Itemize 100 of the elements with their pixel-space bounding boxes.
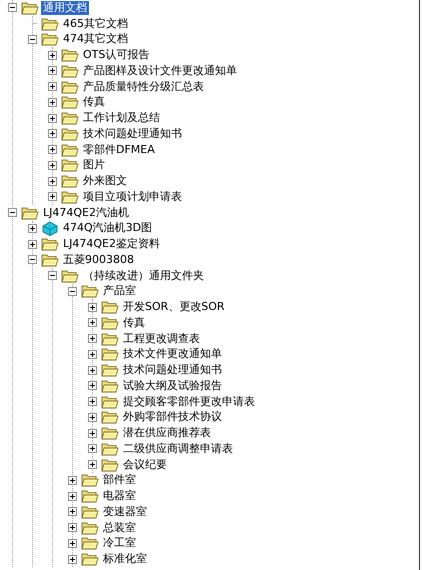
tree-item[interactable]: 五菱9003808	[61, 252, 136, 267]
folder-icon	[81, 284, 99, 298]
plus-icon	[49, 162, 56, 169]
tree-item[interactable]: 项目立项计划申请表	[81, 190, 184, 204]
expand-toggle[interactable]	[48, 98, 57, 107]
expand-toggle[interactable]	[48, 82, 57, 92]
folder-icon	[61, 174, 79, 188]
expand-toggle[interactable]	[88, 350, 97, 359]
tree-item[interactable]: 潜在供应商推荐表	[121, 426, 213, 440]
expand-toggle[interactable]	[28, 34, 37, 44]
tree-item[interactable]: 传真	[121, 316, 147, 330]
tree-item[interactable]: 二级供应商调整申请表	[121, 442, 235, 456]
expand-toggle[interactable]	[88, 460, 97, 470]
tree-item[interactable]: 开发SOR、更改SOR	[121, 300, 227, 314]
folder-icon	[101, 363, 119, 378]
tree-item[interactable]: （持续改进）通用文件夹	[81, 268, 206, 283]
expand-toggle[interactable]	[28, 240, 37, 249]
folder-icon	[81, 536, 99, 550]
expand-toggle[interactable]	[88, 444, 97, 454]
plus-icon	[29, 240, 36, 248]
plus-icon	[89, 304, 96, 311]
expand-toggle[interactable]	[8, 208, 17, 218]
tree-item[interactable]: 通用文档	[41, 0, 89, 15]
tree-item[interactable]: 产品图样及设计文件更改通知单	[81, 64, 239, 78]
tree-item[interactable]: 外购零部件技术协议	[121, 410, 224, 424]
tree-item[interactable]: 474其它文档	[61, 32, 130, 46]
folder-icon	[41, 252, 59, 267]
expand-toggle[interactable]	[28, 255, 37, 264]
expand-toggle[interactable]	[48, 50, 57, 60]
tree-item[interactable]: 产品质量特性分级汇总表	[81, 80, 206, 94]
tree-item[interactable]: 零部件DFMEA	[81, 142, 157, 157]
folder-icon	[61, 80, 79, 94]
expand-toggle[interactable]	[48, 145, 57, 154]
expand-toggle[interactable]	[88, 334, 97, 344]
plus-icon	[49, 178, 56, 185]
folder-icon	[61, 111, 79, 126]
expand-toggle[interactable]	[48, 271, 57, 280]
plus-icon	[89, 335, 96, 342]
folder-icon	[41, 237, 59, 252]
folder-icon	[81, 473, 99, 488]
tree-item[interactable]: 会议纪要	[121, 458, 169, 472]
tree-item[interactable]: 变速器室	[101, 504, 149, 519]
tree-item[interactable]: 部件室	[101, 473, 138, 488]
plus-icon	[89, 366, 96, 374]
expand-toggle[interactable]	[48, 66, 57, 76]
expand-toggle[interactable]	[68, 554, 77, 564]
folder-icon	[61, 190, 79, 204]
tree-item[interactable]: 474Q汽油机3D图	[61, 221, 154, 236]
tree-item[interactable]: 工程更改调查表	[121, 332, 202, 346]
tree-item[interactable]: 传真	[81, 95, 107, 110]
expand-toggle[interactable]	[88, 397, 97, 406]
plus-icon	[89, 319, 96, 326]
tree-item[interactable]: 技术问题处理通知书	[121, 363, 224, 378]
expand-toggle[interactable]	[88, 428, 97, 438]
tree-item[interactable]: 总装室	[101, 520, 138, 535]
tree-item[interactable]: LJ474QE2鉴定资料	[61, 237, 162, 252]
expand-toggle[interactable]	[8, 3, 17, 12]
expand-toggle[interactable]	[88, 412, 97, 422]
tree-item[interactable]: 图片	[81, 158, 107, 172]
expand-toggle[interactable]	[68, 492, 77, 501]
tree-item[interactable]: 465其它文档	[61, 16, 130, 31]
expand-toggle[interactable]	[68, 286, 77, 296]
plus-icon	[89, 461, 96, 468]
tree-item[interactable]: 提交顾客零部件更改申请表	[121, 394, 257, 409]
expand-toggle[interactable]	[48, 114, 57, 123]
tree-item[interactable]: 技术文件更改通知单	[121, 347, 224, 362]
tree-item[interactable]: 产品室	[101, 284, 138, 298]
tree-item[interactable]: 外来图文	[81, 174, 129, 188]
tree-item[interactable]: 技术问题处理通知书	[81, 126, 184, 141]
tree-item[interactable]: 标准化室	[101, 552, 149, 566]
expand-toggle[interactable]	[48, 129, 57, 138]
plus-icon	[49, 193, 56, 200]
folder-icon	[101, 442, 119, 456]
plus-icon	[49, 52, 56, 59]
expand-toggle[interactable]	[68, 538, 77, 548]
tree-item[interactable]: LJ474QE2汽油机	[41, 206, 131, 220]
expand-toggle[interactable]	[88, 318, 97, 328]
expand-toggle[interactable]	[88, 366, 97, 375]
tree-item[interactable]: 工作计划及总结	[81, 111, 162, 126]
tree-item[interactable]: 试验大纲及试验报告	[121, 378, 224, 393]
expand-toggle[interactable]	[48, 160, 57, 170]
tree-item[interactable]: 冷工室	[101, 536, 138, 550]
plus-icon	[49, 98, 56, 106]
plus-icon	[89, 430, 96, 437]
expand-toggle[interactable]	[48, 176, 57, 186]
folder-icon	[41, 32, 59, 46]
expand-toggle[interactable]	[68, 507, 77, 516]
expand-toggle[interactable]	[88, 302, 97, 312]
expand-toggle[interactable]	[28, 224, 37, 233]
expand-toggle[interactable]	[68, 523, 77, 532]
plus-icon	[89, 382, 96, 390]
expand-toggle[interactable]	[48, 192, 57, 202]
tree-item[interactable]: OTS认可报告	[81, 48, 152, 62]
expand-toggle[interactable]	[68, 476, 77, 485]
plus-icon	[49, 146, 56, 154]
expand-toggle[interactable]	[88, 381, 97, 390]
plus-icon	[49, 83, 56, 90]
folder-icon	[101, 394, 119, 409]
folder-icon	[101, 410, 119, 424]
tree-item[interactable]: 电器室	[101, 489, 138, 504]
